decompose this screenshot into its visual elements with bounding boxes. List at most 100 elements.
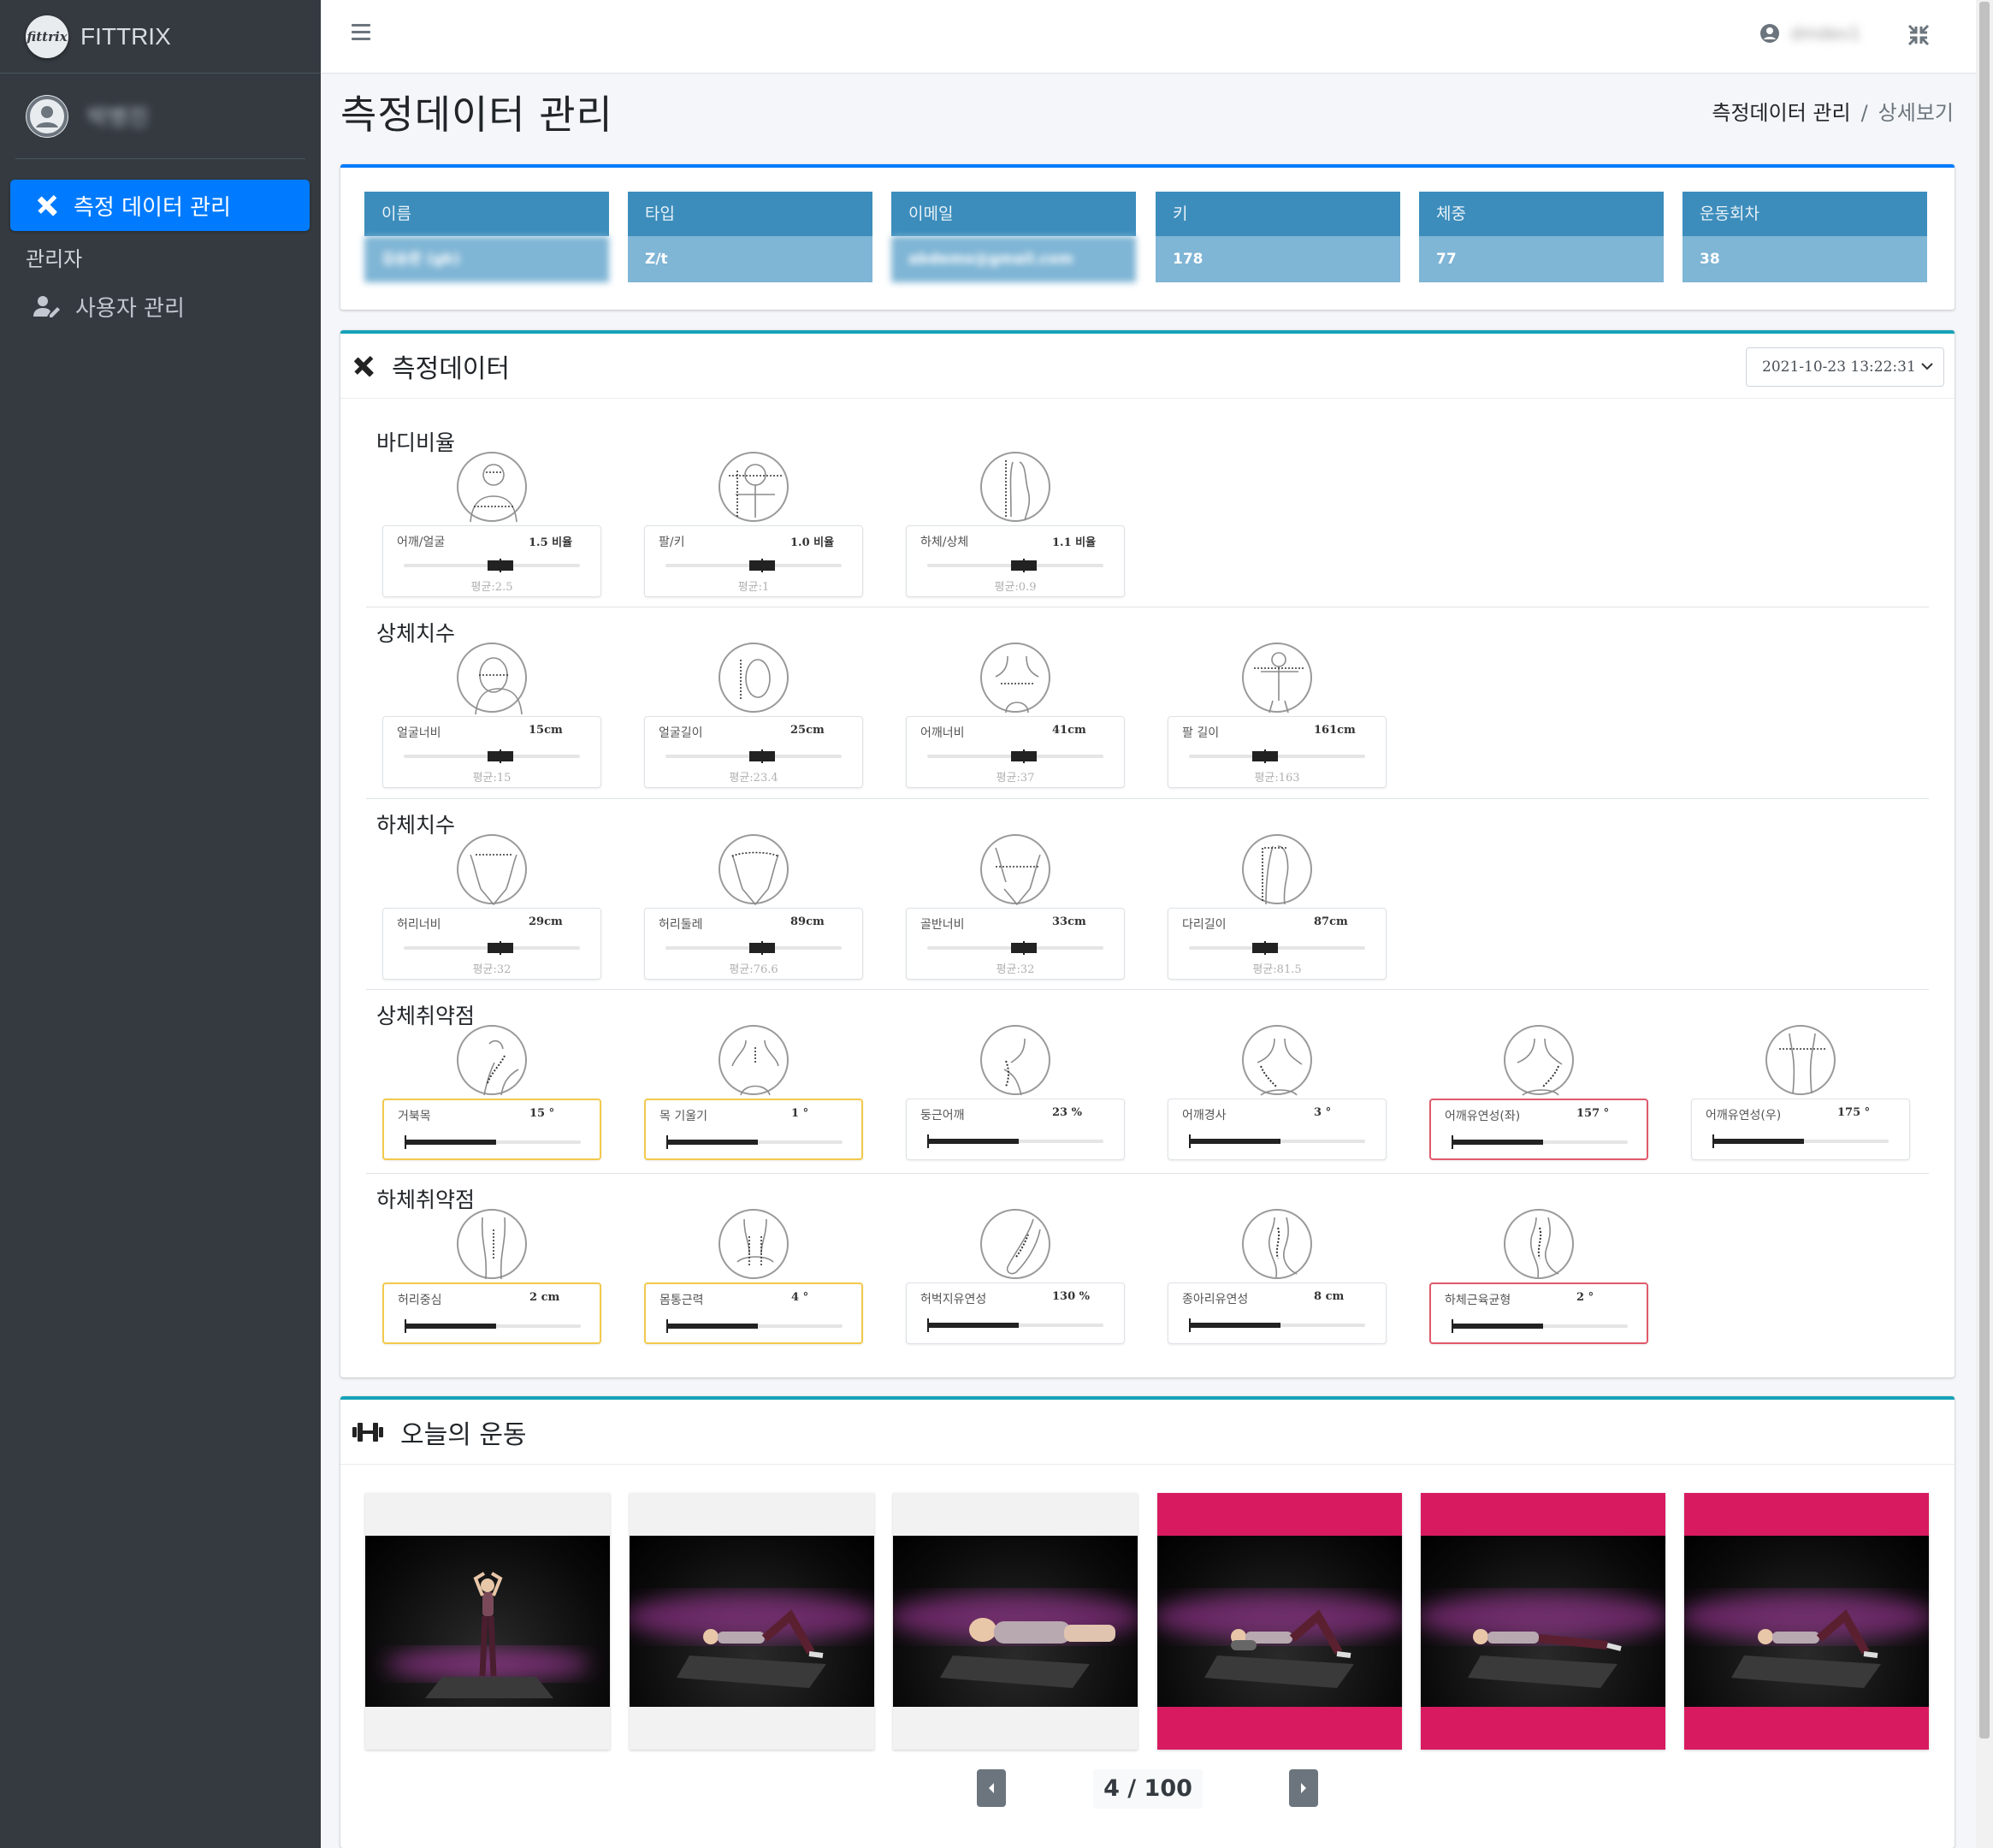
measure-item[interactable]: 몸통근력 4 ° <box>644 1282 863 1344</box>
top-user-menu[interactable]: dmdev1 <box>1759 23 1860 44</box>
brand-link[interactable]: fittrix FITTRIX <box>0 0 321 74</box>
measure-item[interactable]: 팔 길이 161cm 평균:163 <box>1168 716 1387 788</box>
measure-bar-fill <box>666 1324 758 1329</box>
section-title: 바디비율 <box>376 430 456 455</box>
card-title: 오늘의 운동 <box>400 1419 527 1450</box>
measure-value: 175 ° <box>1837 1106 1871 1119</box>
measure-bar <box>405 1319 581 1333</box>
card-header: 측정데이터 <box>340 334 1955 399</box>
measure-item[interactable]: 어깨너비 41cm 평균:37 <box>906 716 1125 788</box>
exercise-card-item[interactable] <box>893 1493 1138 1750</box>
measure-item[interactable]: 허리둘레 89cm 평균:76.6 <box>644 908 863 980</box>
measure-bar <box>927 749 1103 763</box>
measure-bar <box>1189 1134 1365 1148</box>
section-divider <box>366 1173 1929 1174</box>
measure-label: 허리둘레 <box>659 918 703 932</box>
measure-item[interactable]: 허리너비 29cm 평균:32 <box>382 908 601 980</box>
body-measure-icon <box>457 1209 527 1280</box>
user-edit-icon <box>33 296 60 317</box>
measure-pointer <box>1011 941 1037 955</box>
info-box: 타입 Z/t <box>628 192 872 282</box>
measure-item[interactable]: 거북목 15 ° <box>382 1099 601 1160</box>
chevron-down-icon <box>1921 363 1933 370</box>
info-label: 운동회차 <box>1683 192 1927 236</box>
hamburger-icon[interactable] <box>352 24 370 43</box>
page-title: 측정데이터 관리 <box>340 92 613 138</box>
measure-item[interactable]: 어깨유연성(좌) 157 ° <box>1429 1099 1648 1160</box>
measure-bar <box>405 1135 581 1149</box>
measure-item[interactable]: 어깨유연성(우) 175 ° <box>1691 1099 1910 1160</box>
card-header: 오늘의 운동 <box>340 1400 1955 1465</box>
measure-label: 어깨경사 <box>1182 1109 1227 1122</box>
exercise-video-thumbnail[interactable] <box>1157 1536 1402 1707</box>
measure-item[interactable]: 허벅지유연성 130 % <box>906 1282 1125 1344</box>
measure-item[interactable]: 둥근어깨 23 % <box>906 1099 1125 1160</box>
info-box: 키 178 <box>1156 192 1400 282</box>
compress-icon[interactable] <box>1906 22 1931 51</box>
measure-value: 87cm <box>1314 915 1348 928</box>
measure-pointer <box>488 749 513 763</box>
measure-item[interactable]: 목 기울기 1 ° <box>644 1099 863 1160</box>
measure-bar <box>1452 1319 1628 1333</box>
exercise-video-thumbnail[interactable] <box>365 1536 610 1707</box>
body-measure-icon <box>457 834 527 906</box>
body-measure-icon <box>719 452 789 522</box>
measure-item[interactable]: 종아리유연성 8 cm <box>1168 1282 1387 1344</box>
measure-item[interactable]: 하체/상체 1.1 비율 평균:0.9 <box>906 525 1125 597</box>
info-label: 키 <box>1156 192 1400 236</box>
body-measure-icon <box>457 643 527 714</box>
measure-value: 2 ° <box>1576 1291 1594 1304</box>
measure-data-card: 측정데이터 2021-10-23 13:22:31 바디비율어깨/얼굴 1.5 비… <box>340 330 1955 1377</box>
measure-item[interactable]: 어깨/얼굴 1.5 비율 평균:2.5 <box>382 525 601 597</box>
measure-label: 둥근어깨 <box>920 1109 965 1122</box>
section-title: 하체치수 <box>376 813 456 838</box>
exercise-video-thumbnail[interactable] <box>893 1536 1138 1707</box>
exercise-video-thumbnail[interactable] <box>1684 1536 1929 1707</box>
sidebar-user-name[interactable]: 박병진 <box>87 100 149 132</box>
exercise-card-item[interactable] <box>630 1493 874 1750</box>
exercise-card-item[interactable] <box>365 1493 610 1750</box>
measure-item[interactable]: 얼굴길이 25cm 평균:23.4 <box>644 716 863 788</box>
measure-bar <box>927 1318 1103 1332</box>
scrollbar[interactable] <box>1976 0 1993 1848</box>
date-select-value: 2021-10-23 13:22:31 <box>1762 358 1916 376</box>
measure-average: 평균:37 <box>996 772 1035 785</box>
measure-value: 15 ° <box>529 1107 555 1120</box>
measure-item[interactable]: 어깨경사 3 ° <box>1168 1099 1387 1160</box>
next-button[interactable] <box>1289 1769 1318 1807</box>
measure-label: 팔/키 <box>659 536 685 549</box>
measure-bar-fill <box>1712 1139 1804 1144</box>
exercise-video-thumbnail[interactable] <box>630 1536 874 1707</box>
section-title: 상체치수 <box>376 621 456 646</box>
avatar[interactable] <box>26 94 68 138</box>
exercise-card-item[interactable] <box>1421 1493 1665 1750</box>
body-measure-icon <box>980 834 1050 906</box>
measure-average: 평균:0.9 <box>994 581 1037 594</box>
info-value: 77 <box>1419 236 1664 282</box>
sidebar-item-measure-data[interactable]: 측정 데이터 관리 <box>10 180 310 231</box>
measure-item[interactable]: 하체근육균형 2 ° <box>1429 1282 1648 1344</box>
measure-label: 어깨너비 <box>920 726 965 740</box>
measure-pointer <box>488 559 513 572</box>
measure-label: 다리길이 <box>1182 918 1227 932</box>
prev-button[interactable] <box>977 1769 1006 1807</box>
measure-pointer <box>749 941 775 955</box>
measure-item[interactable]: 다리길이 87cm 평균:81.5 <box>1168 908 1387 980</box>
measure-average: 평균:81.5 <box>1252 963 1302 976</box>
breadcrumb-link[interactable]: 측정데이터 관리 <box>1712 101 1850 125</box>
measure-label: 얼굴너비 <box>397 726 441 740</box>
info-label: 타입 <box>628 192 872 236</box>
measure-item[interactable]: 팔/키 1.0 비율 평균:1 <box>644 525 863 597</box>
exercise-card-item[interactable] <box>1684 1493 1929 1750</box>
page-indicator: 4 / 100 <box>1093 1769 1203 1809</box>
measure-item[interactable]: 골반너비 33cm 평균:32 <box>906 908 1125 980</box>
exercise-video-thumbnail[interactable] <box>1421 1536 1665 1707</box>
measure-bar <box>665 941 842 955</box>
measure-item[interactable]: 허리중심 2 cm <box>382 1282 601 1344</box>
measure-label: 팔 길이 <box>1182 726 1220 740</box>
exercise-card-item[interactable] <box>1157 1493 1402 1750</box>
body-measure-icon <box>1242 1025 1312 1096</box>
sidebar-item-user-manage[interactable]: 사용자 관리 <box>10 282 310 330</box>
measure-item[interactable]: 얼굴너비 15cm 평균:15 <box>382 716 601 788</box>
date-select[interactable]: 2021-10-23 13:22:31 <box>1746 347 1944 387</box>
